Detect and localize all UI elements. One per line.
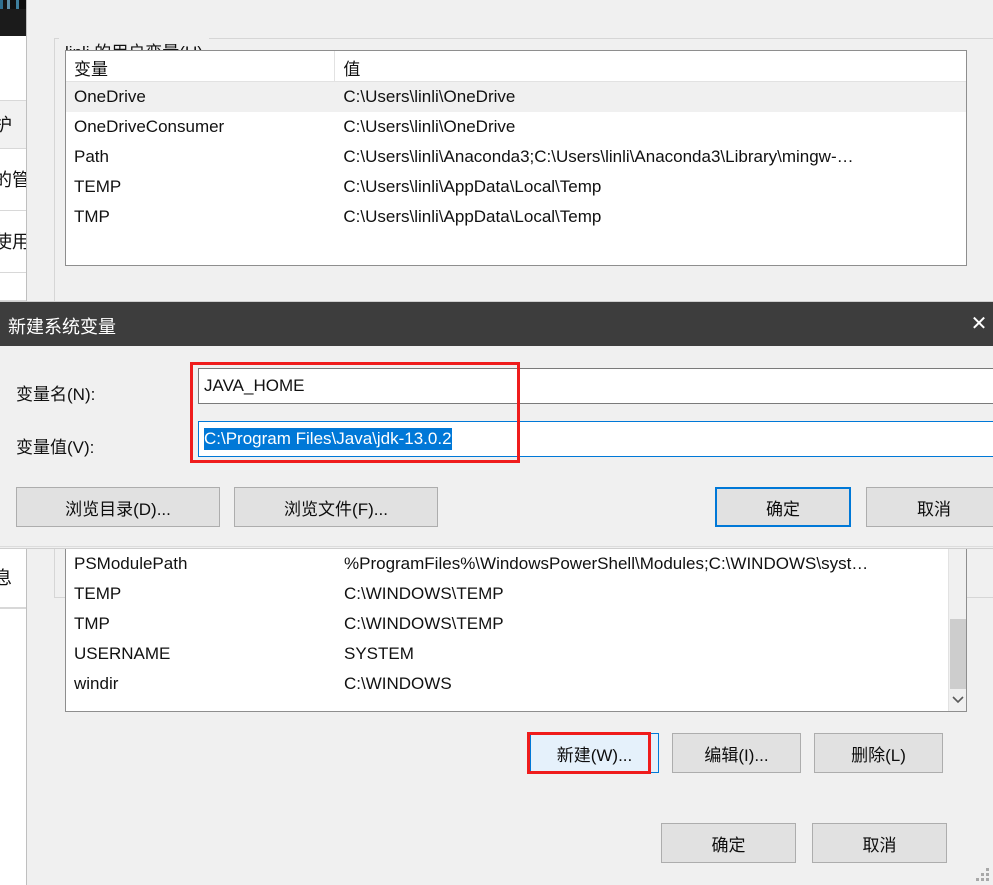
variable-name-cell: OneDriveConsumer — [74, 117, 225, 136]
new-system-variable-dialog: 新建系统变量 ✕ 变量名(N): JAVA_HOME 变量值(V): C:\Pr… — [0, 302, 993, 548]
table-row[interactable]: PSModulePath %ProgramFiles%\WindowsPower… — [66, 549, 966, 579]
delete-system-variable-button[interactable]: 删除(L) — [814, 733, 943, 773]
variable-name-cell: PSModulePath — [74, 554, 188, 573]
table-row[interactable]: TEMP C:\WINDOWS\TEMP — [66, 579, 966, 609]
chevron-down-icon[interactable] — [949, 689, 966, 711]
browse-directory-button[interactable]: 浏览目录(D)... — [16, 487, 220, 527]
new-variable-ok-button[interactable]: 确定 — [715, 487, 851, 527]
variable-value-cell: SYSTEM — [344, 644, 414, 663]
variable-name-input[interactable]: JAVA_HOME — [198, 368, 993, 404]
variable-value-cell: C:\Users\linli\Anaconda3;C:\Users\linli\… — [343, 147, 854, 166]
table-row[interactable]: Path C:\Users\linli\Anaconda3;C:\Users\l… — [66, 142, 966, 172]
system-variables-listview[interactable]: PSModulePath %ProgramFiles%\WindowsPower… — [65, 546, 967, 712]
table-row[interactable]: TMP C:\WINDOWS\TEMP — [66, 609, 966, 639]
table-row[interactable]: OneDriveConsumer C:\Users\linli\OneDrive — [66, 112, 966, 142]
variable-value-cell: C:\Users\linli\OneDrive — [343, 87, 516, 106]
variable-value-cell: C:\Users\linli\OneDrive — [343, 117, 516, 136]
new-variable-cancel-button[interactable]: 取消 — [866, 487, 993, 527]
variable-value-cell: C:\Users\linli\AppData\Local\Temp — [343, 207, 602, 226]
variable-value-cell: %ProgramFiles%\WindowsPowerShell\Modules… — [344, 554, 869, 573]
system-variables-scrollbar[interactable] — [948, 547, 966, 711]
browse-file-button[interactable]: 浏览文件(F)... — [234, 487, 438, 527]
variable-name-cell: TEMP — [74, 584, 122, 603]
variable-value-cell: C:\WINDOWS — [344, 674, 452, 693]
table-row[interactable]: OneDrive C:\Users\linli\OneDrive — [66, 82, 966, 112]
variable-value-input[interactable]: C:\Program Files\Java\jdk-13.0.2 — [198, 421, 993, 457]
variable-name-cell: TEMP — [74, 177, 122, 196]
table-row[interactable]: USERNAME SYSTEM — [66, 639, 966, 669]
new-variable-titlebar[interactable]: 新建系统变量 ✕ — [0, 302, 993, 346]
variable-value-cell: C:\WINDOWS\TEMP — [344, 614, 504, 633]
table-row[interactable]: windir C:\WINDOWS — [66, 669, 966, 699]
edit-system-variable-button[interactable]: 编辑(I)... — [672, 733, 801, 773]
dialog-ok-button[interactable]: 确定 — [661, 823, 796, 863]
user-variables-column-name[interactable]: 变量 — [66, 51, 336, 81]
resize-grip[interactable] — [976, 868, 989, 881]
table-row[interactable]: TEMP C:\Users\linli\AppData\Local\Temp — [66, 172, 966, 202]
background-list-item-1-label: 护 — [0, 114, 12, 135]
new-system-variable-button[interactable]: 新建(W)... — [530, 733, 659, 773]
variable-name-cell: Path — [74, 147, 109, 166]
variable-value-cell: C:\Users\linli\AppData\Local\Temp — [343, 177, 602, 196]
new-variable-title: 新建系统变量 — [8, 317, 116, 337]
new-variable-dialog-bottom-divider — [0, 546, 993, 547]
scrollbar-thumb[interactable] — [950, 619, 966, 691]
variable-value-cell: C:\WINDOWS\TEMP — [344, 584, 504, 603]
user-variables-column-value[interactable]: 值 — [335, 51, 966, 81]
user-variables-header-row: 变量 值 — [66, 51, 966, 82]
screen-root: 护 的管 使用 息 linli 的用户变量(U) 变量 值 OneDrive C… — [0, 0, 993, 885]
variable-name-cell: USERNAME — [74, 644, 171, 663]
variable-value-selected-text: C:\Program Files\Java\jdk-13.0.2 — [204, 428, 452, 450]
variable-name-label: 变量名(N): — [16, 385, 96, 404]
variable-value-label: 变量值(V): — [16, 438, 95, 457]
user-variables-listview[interactable]: 变量 值 OneDrive C:\Users\linli\OneDrive On… — [65, 50, 967, 266]
background-list-item-4-label: 息 — [0, 567, 12, 588]
table-row[interactable]: TMP C:\Users\linli\AppData\Local\Temp — [66, 202, 966, 232]
close-icon[interactable]: ✕ — [967, 312, 991, 336]
dialog-cancel-button[interactable]: 取消 — [812, 823, 947, 863]
variable-name-cell: TMP — [74, 207, 110, 226]
variable-name-cell: windir — [74, 674, 119, 693]
variable-name-cell: TMP — [74, 614, 110, 633]
variable-name-cell: OneDrive — [74, 87, 146, 106]
